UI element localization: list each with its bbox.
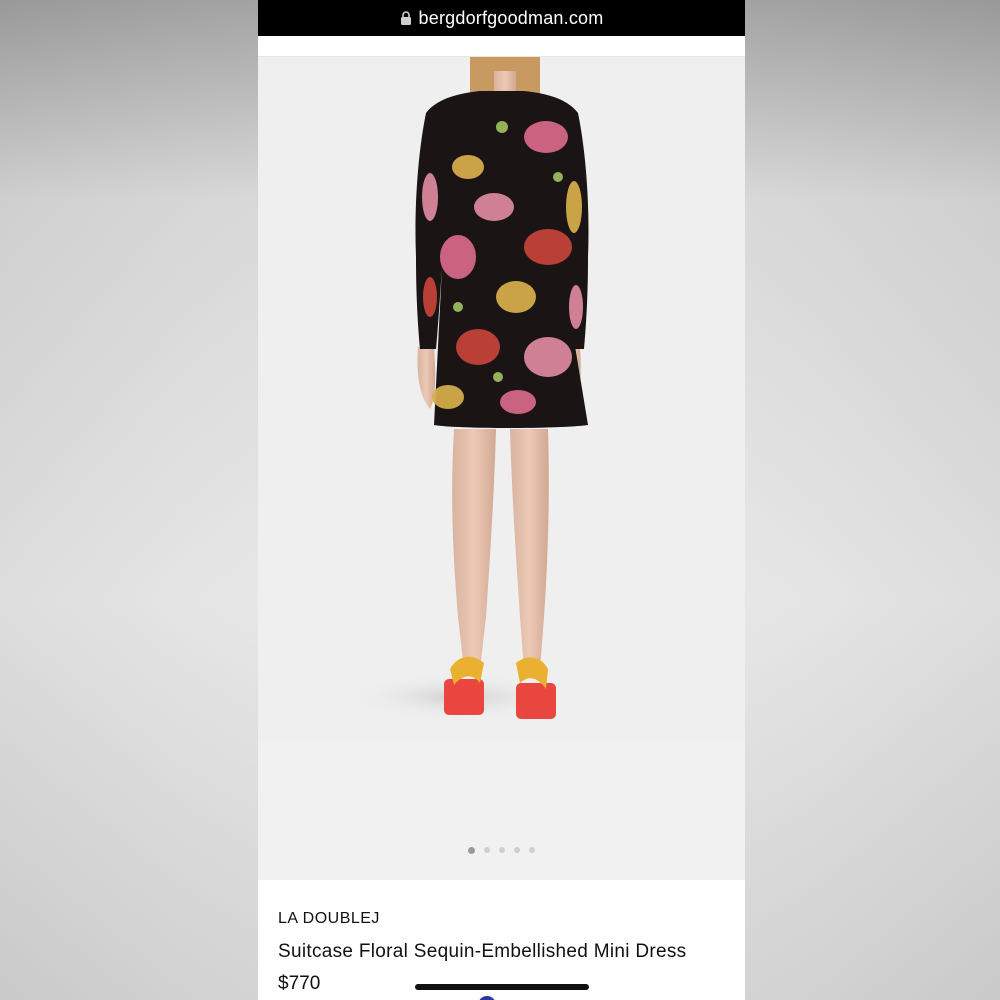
product-info: LA DOUBLEJ Suitcase Floral Sequin-Embell… <box>258 880 745 1000</box>
gallery-dot-2[interactable] <box>484 847 490 853</box>
product-image-gallery[interactable] <box>258 57 745 880</box>
mobile-browser-viewport: bergdorfgoodman.com LA DOUBLEJ Suitcase … <box>258 0 745 1000</box>
floating-button-peek[interactable] <box>478 996 496 1000</box>
gallery-pagination[interactable] <box>258 846 745 854</box>
background-blur-right <box>745 0 1000 1000</box>
address-bar[interactable]: bergdorfgoodman.com <box>258 0 745 36</box>
product-title: Suitcase Floral Sequin-Embellished Mini … <box>278 941 687 962</box>
gallery-dot-5[interactable] <box>529 847 535 853</box>
gallery-dot-4[interactable] <box>514 847 520 853</box>
url-text: bergdorfgoodman.com <box>418 7 604 28</box>
gallery-dot-1[interactable] <box>468 846 475 854</box>
product-price: $770 <box>278 973 321 994</box>
brand-name[interactable]: LA DOUBLEJ <box>278 910 380 928</box>
gallery-dot-3[interactable] <box>499 847 505 853</box>
product-image[interactable] <box>258 57 745 740</box>
home-indicator[interactable] <box>415 984 589 990</box>
background-blur-left <box>0 0 258 1000</box>
lock-icon <box>400 11 412 25</box>
site-header-strip <box>258 36 745 57</box>
